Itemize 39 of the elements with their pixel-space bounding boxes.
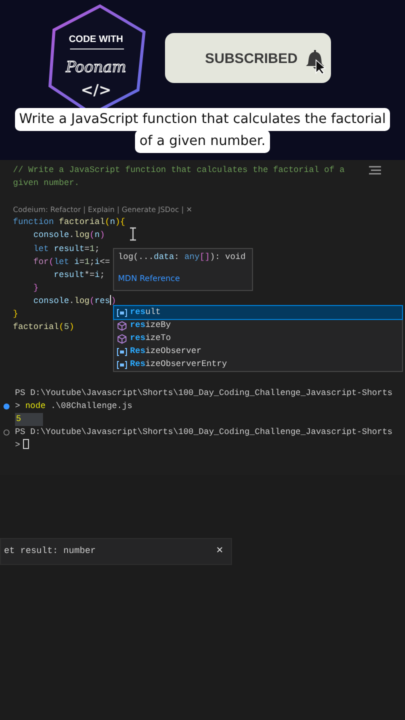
type-hover-text: et result: number — [4, 544, 96, 558]
terminal-command: > node .\08Challenge.js — [15, 401, 132, 411]
code-line: console.log(res) — [32, 294, 116, 308]
terminal-cursor — [23, 439, 30, 449]
close-button[interactable]: ✕ — [216, 543, 223, 560]
terminal-output: 5 — [15, 413, 43, 426]
terminal-prompt: > — [15, 440, 20, 450]
code-line: for(let i=1;i<= — [32, 256, 110, 269]
hollow-circle-icon — [3, 429, 10, 436]
terminal-line: PS D:\Youtube\Javascript\Shorts\100_Day_Coding_Challenge_Javascript-Shorts — [15, 427, 392, 437]
code-line: given number. — [13, 177, 80, 190]
logo-text: CODE WITH — [68, 34, 124, 45]
logo-signature: Poonam — [66, 58, 126, 76]
code-line: } — [13, 308, 18, 322]
signature-text: log(...data: any[]): void — [118, 251, 246, 264]
code-line: let result=1; — [32, 242, 100, 256]
suggestion-item[interactable]: result — [114, 306, 402, 319]
variable-icon — [117, 360, 127, 368]
suggestion-item[interactable]: ResizeObserverEntry — [114, 358, 402, 371]
code-line: result*=i; — [52, 268, 105, 282]
subscribe-button[interactable]: SUBSCRIBED — [165, 33, 331, 83]
suggestion-item[interactable]: resizeBy — [114, 319, 402, 332]
suggestion-item[interactable]: resizeTo — [114, 332, 402, 345]
cube-icon — [117, 320, 127, 330]
variable-icon — [117, 308, 127, 316]
code-line: // Write a JavaScript function that calculates the factorial of a — [13, 164, 345, 177]
cube-icon — [117, 334, 127, 344]
lines-icon[interactable] — [369, 166, 381, 175]
mdn-reference-link[interactable]: MDN Reference — [118, 272, 180, 285]
success-dot-icon — [3, 403, 10, 410]
code-line: console.log(n) — [32, 229, 105, 242]
code-line: factorial(5) — [13, 321, 74, 334]
code-line: } — [32, 282, 39, 295]
logo-code-symbol: </> — [80, 81, 112, 99]
text-cursor-icon — [129, 227, 137, 241]
terminal-line: PS D:\Youtube\Javascript\Shorts\100_Day_Coding_Challenge_Javascript-Shorts — [15, 388, 392, 398]
code-line: function factorial(n){ — [13, 216, 126, 230]
suggestion-item[interactable]: ResizeObserver — [114, 345, 402, 358]
variable-icon — [117, 348, 127, 356]
